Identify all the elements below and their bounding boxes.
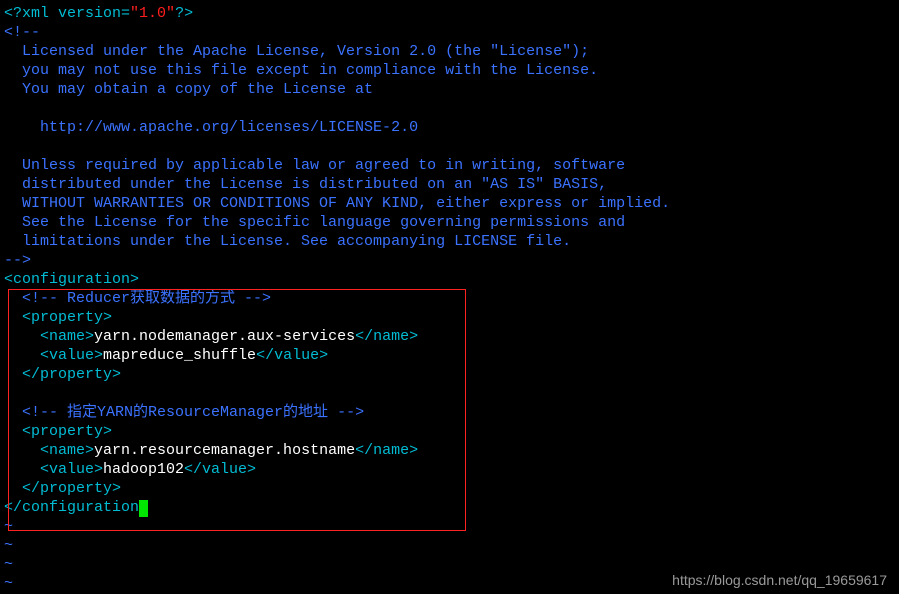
license-comment-open: <!--: [4, 24, 40, 41]
vim-tilde: ~: [4, 518, 13, 535]
property-value: <value>mapreduce_shuffle</value>: [40, 347, 328, 364]
comment-reducer: <!-- Reducer获取数据的方式 -->: [22, 290, 271, 307]
license-line: you may not use this file except in comp…: [4, 62, 598, 79]
license-line: See the License for the specific languag…: [4, 214, 625, 231]
property-name: <name>yarn.resourcemanager.hostname</nam…: [40, 442, 418, 459]
vim-tilde: ~: [4, 575, 13, 592]
property-close: </property>: [22, 366, 121, 383]
license-line: Licensed under the Apache License, Versi…: [4, 43, 589, 60]
license-line: limitations under the License. See accom…: [4, 233, 571, 250]
vim-tilde: ~: [4, 556, 13, 573]
configuration-open: <configuration>: [4, 271, 139, 288]
property-close: </property>: [22, 480, 121, 497]
property-name: <name>yarn.nodemanager.aux-services</nam…: [40, 328, 418, 345]
code-editor: <?xml version="1.0"?> <!-- Licensed unde…: [0, 0, 899, 594]
license-line: Unless required by applicable law or agr…: [4, 157, 625, 174]
license-line: WITHOUT WARRANTIES OR CONDITIONS OF ANY …: [4, 195, 670, 212]
cursor: [139, 500, 148, 517]
xml-declaration: <?xml version="1.0"?>: [4, 5, 193, 22]
property-value: <value>hadoop102</value>: [40, 461, 256, 478]
license-line: distributed under the License is distrib…: [4, 176, 607, 193]
license-line: You may obtain a copy of the License at: [4, 81, 373, 98]
license-line: http://www.apache.org/licenses/LICENSE-2…: [4, 119, 418, 136]
comment-rm-address: <!-- 指定YARN的ResourceManager的地址 -->: [22, 404, 364, 421]
property-open: <property>: [22, 309, 112, 326]
configuration-close: </configuration: [4, 499, 148, 516]
property-open: <property>: [22, 423, 112, 440]
vim-tilde: ~: [4, 537, 13, 554]
license-comment-close: -->: [4, 252, 31, 269]
watermark: https://blog.csdn.net/qq_19659617: [672, 572, 887, 588]
